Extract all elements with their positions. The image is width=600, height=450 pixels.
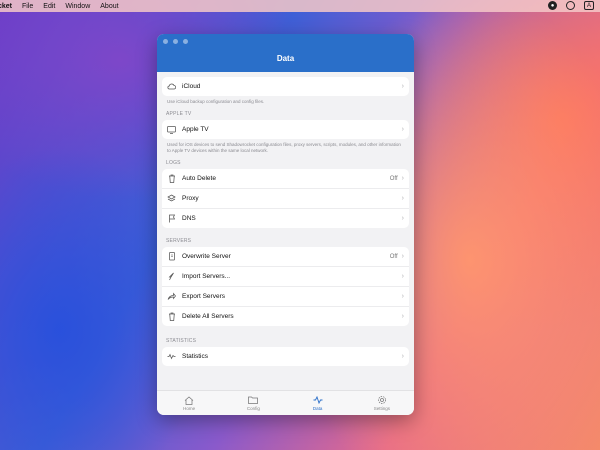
tab-data-label: Data <box>312 406 323 411</box>
proxy-row[interactable]: Proxy › <box>162 189 409 209</box>
apple-tv-row[interactable]: Apple TV › <box>162 120 409 139</box>
zoom-button[interactable] <box>183 39 188 44</box>
statistics-row[interactable]: Statistics › <box>162 347 409 366</box>
flag-icon <box>167 214 176 223</box>
tab-settings-label: Settings <box>373 406 390 411</box>
tab-bar: Home Config Data Settings <box>157 390 414 415</box>
chevron-right-icon: › <box>401 195 404 202</box>
chevron-right-icon: › <box>401 253 404 260</box>
gear-icon <box>377 395 387 405</box>
menu-about[interactable]: About <box>100 3 118 10</box>
tab-data[interactable]: Data <box>293 395 343 411</box>
chevron-right-icon: › <box>401 215 404 222</box>
home-icon <box>184 395 194 405</box>
close-button[interactable] <box>163 39 168 44</box>
input-source-icon[interactable]: A <box>584 1 594 10</box>
menu-window[interactable]: Window <box>65 3 90 10</box>
dns-label: DNS <box>182 215 196 222</box>
delete-all-servers-row[interactable]: Delete All Servers › <box>162 307 409 326</box>
share-icon <box>167 292 176 301</box>
document-icon <box>167 252 176 261</box>
logs-group: Auto Delete Off › Proxy › DNS › <box>162 169 409 228</box>
tab-home-label: Home <box>183 406 196 411</box>
menu-file[interactable]: File <box>22 3 33 10</box>
menu-bar: cket File Edit Window About ● A <box>0 0 600 12</box>
auto-delete-value: Off <box>389 175 398 182</box>
icloud-row[interactable]: iCloud › <box>162 77 409 96</box>
auto-delete-label: Auto Delete <box>182 175 216 182</box>
statistics-header: STATISTICS <box>166 338 197 344</box>
window-controls <box>163 39 188 44</box>
tab-home[interactable]: Home <box>164 395 214 411</box>
proxy-label: Proxy <box>182 195 199 202</box>
apple-tv-label: Apple TV <box>182 126 209 133</box>
export-servers-label: Export Servers <box>182 293 225 300</box>
apple-tv-footnote: Used for iOS devices to send Shadowrocke… <box>167 142 401 153</box>
overwrite-server-value: Off <box>389 253 398 260</box>
menu-edit[interactable]: Edit <box>43 3 55 10</box>
tab-config-label: Config <box>246 406 260 411</box>
chevron-right-icon: › <box>401 126 404 133</box>
folder-icon <box>248 395 259 405</box>
dns-row[interactable]: DNS › <box>162 209 409 228</box>
apple-tv-group: Apple TV › <box>162 120 409 139</box>
icloud-label: iCloud <box>182 83 201 90</box>
layers-icon <box>167 194 176 203</box>
chevron-right-icon: › <box>401 175 404 182</box>
auto-delete-row[interactable]: Auto Delete Off › <box>162 169 409 189</box>
chevron-right-icon: › <box>401 293 404 300</box>
import-icon <box>167 272 176 281</box>
statistics-group: Statistics › <box>162 347 409 366</box>
tab-config[interactable]: Config <box>228 395 278 411</box>
title-bar: Data <box>157 34 414 72</box>
trash-icon <box>167 312 176 321</box>
waveform-icon <box>167 352 176 361</box>
icloud-footnote: Use iCloud backup configuration and conf… <box>167 99 265 104</box>
menubar-status-area: ● A <box>548 1 594 10</box>
delete-all-servers-label: Delete All Servers <box>182 313 234 320</box>
apple-tv-header: APPLE TV <box>166 111 192 117</box>
servers-header: SERVERS <box>166 238 192 244</box>
chevron-right-icon: › <box>401 353 404 360</box>
tv-icon <box>167 125 176 134</box>
settings-list: iCloud › Use iCloud backup configuration… <box>157 72 414 366</box>
trash-icon <box>167 174 176 183</box>
import-servers-label: Import Servers... <box>182 273 231 280</box>
icloud-group: iCloud › <box>162 77 409 96</box>
overwrite-server-label: Overwrite Server <box>182 253 231 260</box>
shadowrocket-status-icon[interactable]: ● <box>548 1 557 10</box>
tab-settings[interactable]: Settings <box>357 395 407 411</box>
import-servers-row[interactable]: Import Servers... › <box>162 267 409 287</box>
overwrite-server-row[interactable]: Overwrite Server Off › <box>162 247 409 267</box>
page-title: Data <box>276 54 295 63</box>
logs-header: LOGS <box>166 160 181 166</box>
data-icon <box>313 395 323 405</box>
minimize-button[interactable] <box>173 39 178 44</box>
chevron-right-icon: › <box>401 313 404 320</box>
statistics-label: Statistics <box>182 353 209 360</box>
chevron-right-icon: › <box>401 273 404 280</box>
cloud-icon <box>167 82 176 91</box>
clock-icon[interactable] <box>566 1 575 10</box>
chevron-right-icon: › <box>401 83 404 90</box>
app-menu[interactable]: cket <box>0 3 12 10</box>
servers-group: Overwrite Server Off › Import Servers...… <box>162 247 409 326</box>
export-servers-row[interactable]: Export Servers › <box>162 287 409 307</box>
data-window: Data iCloud › Use iCloud backup configur… <box>157 34 414 415</box>
